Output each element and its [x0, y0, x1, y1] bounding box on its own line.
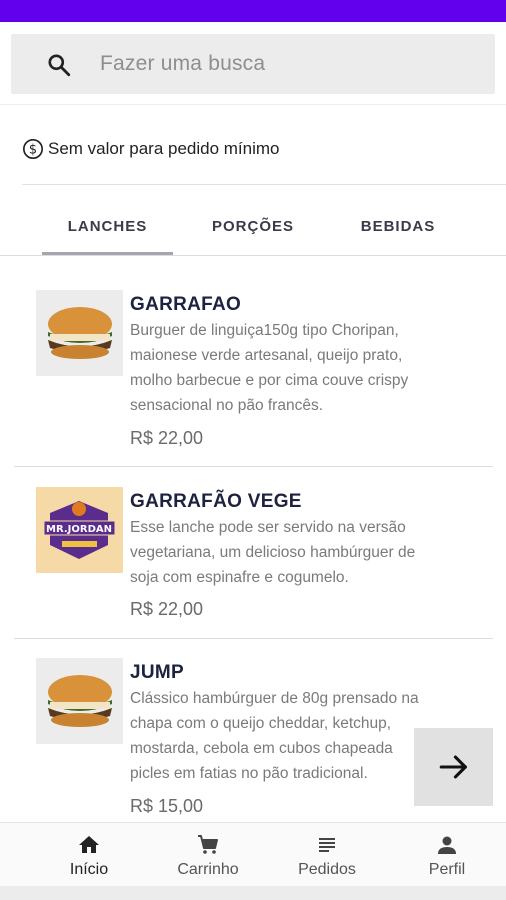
desc-line: maionese verde artesanal, queijo prato,	[130, 347, 403, 364]
burger-image	[36, 658, 123, 744]
item-price: R$ 15,00	[130, 796, 204, 816]
item-price: R$ 22,00	[130, 599, 204, 619]
category-tabs: LANCHES PORÇÕES BEBIDAS	[0, 196, 506, 256]
tab-bebidas[interactable]: BEBIDAS	[333, 196, 463, 256]
nav-label: Início	[69, 861, 109, 878]
nav-orders[interactable]: Pedidos	[264, 823, 390, 887]
nav-profile[interactable]: Perfil	[384, 823, 506, 887]
desc-line: Burguer de linguiça150g tipo Choripan,	[130, 322, 399, 339]
item-name: JUMP	[130, 662, 184, 683]
min-order-info: $ Sem valor para pedido mínimo	[22, 138, 280, 160]
desc-line: chapa com o queijo cheddar, ketchup,	[130, 715, 392, 732]
nav-label: Pedidos	[298, 861, 356, 878]
item-image	[36, 658, 123, 744]
desc-line: Clássico hambúrguer de 80g prensado na	[130, 690, 419, 707]
search-icon	[48, 54, 71, 77]
status-bar	[0, 0, 506, 22]
desc-line: vegetariana, um delicioso hambúrguer de	[130, 544, 416, 561]
item-description: Burguer de linguiça150g tipo Choripan, m…	[130, 318, 450, 418]
system-nav-strip	[0, 886, 506, 900]
logo-text: MR.JORDAN	[46, 524, 112, 535]
bottom-navigation: Início Carrinho Pedidos Perfil	[0, 822, 506, 886]
tab-lanches[interactable]: LANCHES	[42, 196, 173, 256]
item-image: MR.JORDAN	[36, 487, 123, 573]
search-bar[interactable]: Fazer uma busca	[11, 34, 495, 94]
desc-line: mostarda, cebola em cubos chapeada	[130, 740, 393, 757]
item-price: R$ 22,00	[130, 428, 204, 448]
arrow-right-icon	[439, 755, 467, 779]
nav-cart[interactable]: Carrinho	[145, 823, 271, 887]
divider	[22, 184, 506, 185]
next-button[interactable]	[414, 728, 493, 806]
divider	[0, 104, 506, 105]
desc-line: Esse lanche pode ser servido na versão	[130, 519, 406, 536]
tab-porcoes[interactable]: PORÇÕES	[188, 196, 318, 256]
list-icon	[319, 838, 335, 852]
tab-indicator	[42, 252, 173, 255]
nav-label: Perfil	[428, 861, 466, 878]
desc-line: sensacional no pão francês.	[130, 397, 324, 414]
divider	[14, 466, 493, 467]
min-order-text: Sem valor para pedido mínimo	[48, 139, 280, 158]
burger-image	[36, 290, 123, 376]
mr-jordan-logo: MR.JORDAN	[36, 487, 123, 573]
nav-label: Carrinho	[177, 861, 239, 878]
svg-text:$: $	[29, 143, 37, 158]
divider	[14, 638, 493, 639]
nav-home[interactable]: Início	[26, 823, 152, 887]
desc-line: soja com espinafre e cogumelo.	[130, 569, 349, 586]
dollar-icon: $	[23, 139, 43, 159]
cart-icon	[198, 835, 218, 854]
item-image	[36, 290, 123, 376]
item-name: GARRAFÃO VEGE	[130, 491, 302, 512]
item-name: GARRAFAO	[130, 294, 242, 315]
item-description: Clássico hambúrguer de 80g prensado na c…	[130, 686, 450, 786]
desc-line: molho barbecue e por cima couve crispy	[130, 372, 409, 389]
desc-line: picles em fatias no pão tradicional.	[130, 765, 368, 782]
person-icon	[438, 836, 456, 854]
search-input[interactable]: Fazer uma busca	[100, 52, 265, 76]
home-icon	[79, 836, 99, 853]
item-description: Esse lanche pode ser servido na versão v…	[130, 515, 450, 590]
